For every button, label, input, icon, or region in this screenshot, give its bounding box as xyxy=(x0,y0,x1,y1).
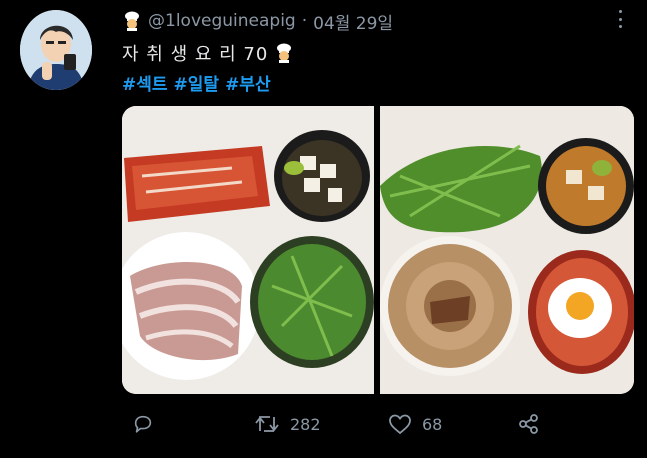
cook-emoji-icon xyxy=(277,43,292,63)
retweet-icon xyxy=(255,416,279,432)
hashtag-list: #섹트 #일탈 #부산 xyxy=(122,70,271,95)
like-button[interactable]: 68 xyxy=(388,413,442,435)
avatar[interactable] xyxy=(20,10,92,90)
reply-icon xyxy=(134,415,152,433)
hashtag-link[interactable]: #부산 xyxy=(225,70,271,95)
reply-button[interactable] xyxy=(132,413,154,435)
tweet-header: @1loveguineapig · 04월 29일 xyxy=(122,9,393,34)
like-count: 68 xyxy=(422,414,443,434)
user-handle[interactable]: @1loveguineapig xyxy=(148,11,296,31)
food-photo-right[interactable] xyxy=(380,106,634,394)
tweet-media[interactable] xyxy=(122,106,634,394)
more-options-icon[interactable] xyxy=(615,8,625,30)
hashtag-link[interactable]: #일탈 xyxy=(174,70,220,95)
tweet-actions: 282 68 xyxy=(122,406,602,442)
tweet-date[interactable]: 04월 29일 xyxy=(313,9,393,34)
separator-dot: · xyxy=(301,11,308,31)
retweet-button[interactable]: 282 xyxy=(254,413,321,435)
share-button[interactable] xyxy=(518,413,540,435)
food-photo-left[interactable] xyxy=(122,106,374,394)
cook-emoji-icon xyxy=(125,11,139,31)
hashtag-link[interactable]: #섹트 xyxy=(122,70,168,95)
food-photo-right-image xyxy=(380,106,634,394)
heart-icon xyxy=(389,414,411,435)
food-photo-left-image xyxy=(122,106,374,394)
tweet-text: 자 취 생 요 리 70 xyxy=(122,44,269,65)
avatar-illustration xyxy=(20,10,92,90)
retweet-count: 282 xyxy=(290,414,321,434)
share-icon xyxy=(519,414,538,434)
tweet-text-line: 자 취 생 요 리 70 xyxy=(122,40,294,66)
